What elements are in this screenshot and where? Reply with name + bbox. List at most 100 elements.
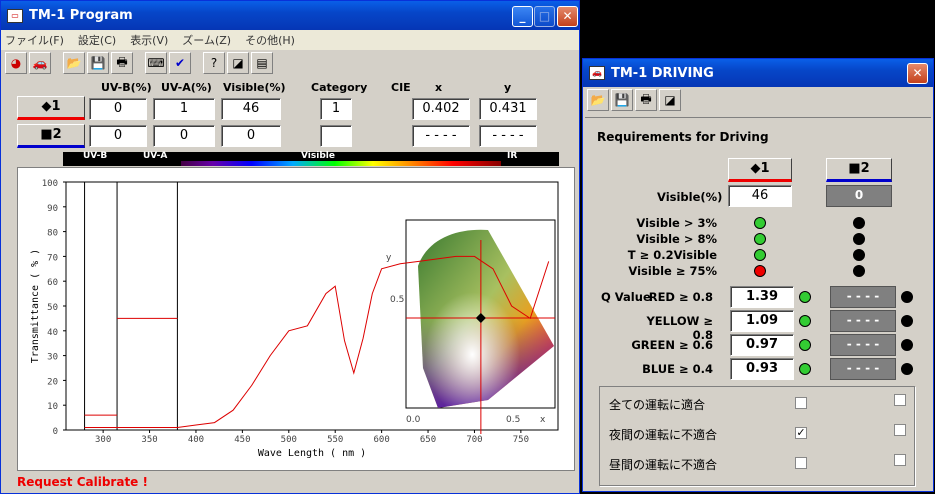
cie-y-tick: 0.5 bbox=[390, 295, 404, 305]
qvalue-2: - - - - bbox=[830, 286, 896, 308]
device-icon[interactable]: ▤ bbox=[251, 52, 273, 74]
y-tick-label: 50 bbox=[47, 303, 58, 313]
menu-zoom[interactable]: ズーム(Z) bbox=[182, 32, 231, 48]
x-tick-label: 750 bbox=[513, 435, 529, 445]
visible-value-1: 46 bbox=[221, 98, 281, 120]
qvalue-1: 0.97 bbox=[730, 334, 794, 356]
suitability-label: 昼間の運転に不適合 bbox=[609, 458, 718, 472]
sample-2-button[interactable]: ■2 bbox=[17, 124, 85, 148]
spectrum-uvb-label: UV-B bbox=[83, 151, 108, 161]
criterion-label: Visible > 3% bbox=[636, 216, 717, 230]
menu-view[interactable]: 表示(V) bbox=[130, 32, 168, 48]
requirements-heading: Requirements for Driving bbox=[597, 130, 769, 144]
cie-x-value-2: - - - - bbox=[412, 125, 470, 147]
suitability-checkbox-2[interactable] bbox=[894, 454, 906, 466]
qvalue-indicator-1 bbox=[799, 291, 811, 303]
color-icon[interactable]: ◕ bbox=[5, 52, 27, 74]
window-title: TM-1 Program bbox=[29, 8, 133, 23]
category-value-2 bbox=[320, 125, 352, 147]
close-button[interactable]: ✕ bbox=[557, 6, 578, 27]
qvalue-row-label: RED ≥ 0.8 bbox=[648, 290, 713, 304]
x-header: x bbox=[435, 81, 443, 94]
eraser-icon[interactable]: ◪ bbox=[659, 89, 681, 111]
cie-x-value-1: 0.402 bbox=[412, 98, 470, 120]
y-tick-label: 0 bbox=[53, 427, 58, 437]
suitability-checkbox-1[interactable] bbox=[795, 457, 807, 469]
y-tick-label: 20 bbox=[47, 377, 58, 387]
open-folder-icon[interactable]: 📂 bbox=[63, 52, 85, 74]
menu-file[interactable]: ファイル(F) bbox=[5, 32, 64, 48]
uva-value-1: 1 bbox=[153, 98, 215, 120]
y-tick-label: 30 bbox=[47, 353, 58, 363]
criterion-indicator-1 bbox=[754, 217, 766, 229]
qvalue-row-label: BLUE ≥ 0.4 bbox=[642, 362, 713, 376]
driving-titlebar[interactable]: 🚗 TM-1 DRIVING ✕ bbox=[583, 59, 933, 87]
car-icon[interactable]: 🚗 bbox=[29, 52, 51, 74]
spectrum-ir-label: IR bbox=[507, 151, 518, 161]
suitability-checkbox-1[interactable]: ✓ bbox=[795, 427, 807, 439]
main-titlebar[interactable]: ▭ TM-1 Program _ □ ✕ bbox=[1, 1, 579, 30]
y-header: y bbox=[504, 81, 512, 94]
y-tick-label: 100 bbox=[42, 179, 58, 189]
x-tick-label: 300 bbox=[95, 435, 111, 445]
qvalue-1: 1.39 bbox=[730, 286, 794, 308]
print-icon[interactable]: 🖶 bbox=[111, 52, 133, 74]
keyboard-icon[interactable]: ⌨ bbox=[145, 52, 167, 74]
visible-gradient bbox=[181, 161, 501, 166]
menu-settings[interactable]: 設定(C) bbox=[78, 32, 116, 48]
driving-sample-1-button[interactable]: ◆1 bbox=[728, 158, 792, 182]
criterion-label: Visible ≥ 75% bbox=[628, 264, 717, 278]
save-icon[interactable]: 💾 bbox=[611, 89, 633, 111]
check-icon[interactable]: ✔ bbox=[169, 52, 191, 74]
qvalue-indicator-1 bbox=[799, 363, 811, 375]
car-app-icon: 🚗 bbox=[589, 66, 605, 80]
menu-other[interactable]: その他(H) bbox=[245, 32, 295, 48]
maximize-button[interactable]: □ bbox=[534, 6, 555, 27]
x-tick-label: 450 bbox=[234, 435, 250, 445]
driving-toolbar: 📂 💾 🖶 ◪ bbox=[583, 87, 933, 113]
criterion-indicator-2 bbox=[853, 233, 865, 245]
suitability-checkbox-2[interactable] bbox=[894, 424, 906, 436]
chart-panel: 0 10 20 30 40 50 60 70 80 90 100 300 350 400 450 500 550… bbox=[17, 167, 575, 471]
help-icon[interactable]: ? bbox=[203, 52, 225, 74]
criterion-label: Visible > 8% bbox=[636, 232, 717, 246]
open-folder-icon[interactable]: 📂 bbox=[587, 89, 609, 111]
toolbar: ◕ 🚗 📂 💾 🖶 ⌨ ✔ ? ◪ ▤ bbox=[1, 50, 579, 76]
suitability-checkbox-2[interactable] bbox=[894, 394, 906, 406]
driving-title: TM-1 DRIVING bbox=[611, 65, 714, 81]
visible-value-2: 0 bbox=[221, 125, 281, 147]
criterion-indicator-2 bbox=[853, 217, 865, 229]
spectrum-bar: UV-B UV-A Visible IR bbox=[63, 151, 559, 166]
x-tick-label: 350 bbox=[141, 435, 157, 445]
qvalue-1: 0.93 bbox=[730, 358, 794, 380]
minimize-button[interactable]: _ bbox=[512, 6, 533, 27]
cie-header: CIE bbox=[391, 81, 411, 94]
eraser-icon[interactable]: ◪ bbox=[227, 52, 249, 74]
qvalue-indicator-1 bbox=[799, 315, 811, 327]
x-tick-label: 400 bbox=[188, 435, 204, 445]
suitability-label: 全ての運転に適合 bbox=[609, 398, 706, 412]
uva-header: UV-A(%) bbox=[161, 81, 212, 94]
uvb-header: UV-B(%) bbox=[101, 81, 152, 94]
sample-1-button[interactable]: ◆1 bbox=[17, 96, 85, 120]
qvalue-row-label: GREEN ≥ 0.6 bbox=[631, 338, 713, 352]
driving-visible-2: 0 bbox=[826, 185, 892, 207]
driving-sample-2-button[interactable]: ■2 bbox=[826, 158, 892, 182]
save-icon[interactable]: 💾 bbox=[87, 52, 109, 74]
driving-visible-1: 46 bbox=[728, 185, 792, 207]
suitability-checkbox-1[interactable] bbox=[795, 397, 807, 409]
qvalue-indicator-2 bbox=[901, 315, 913, 327]
criterion-indicator-1 bbox=[754, 265, 766, 277]
transmittance-chart: 0 10 20 30 40 50 60 70 80 90 100 300 350 400 450 500 550… bbox=[30, 179, 559, 459]
x-axis-label: Wave Length ( nm ) bbox=[258, 448, 366, 459]
print-icon[interactable]: 🖶 bbox=[635, 89, 657, 111]
y-tick-label: 90 bbox=[47, 204, 58, 214]
qvalue-indicator-2 bbox=[901, 339, 913, 351]
qvalue-2: - - - - bbox=[830, 358, 896, 380]
spectrum-visible-label: Visible bbox=[301, 151, 335, 161]
cie-y-value-2: - - - - bbox=[479, 125, 537, 147]
cie-x-tick: x bbox=[540, 415, 546, 425]
criterion-indicator-1 bbox=[754, 233, 766, 245]
criterion-indicator-2 bbox=[853, 265, 865, 277]
driving-close-button[interactable]: ✕ bbox=[907, 63, 928, 84]
